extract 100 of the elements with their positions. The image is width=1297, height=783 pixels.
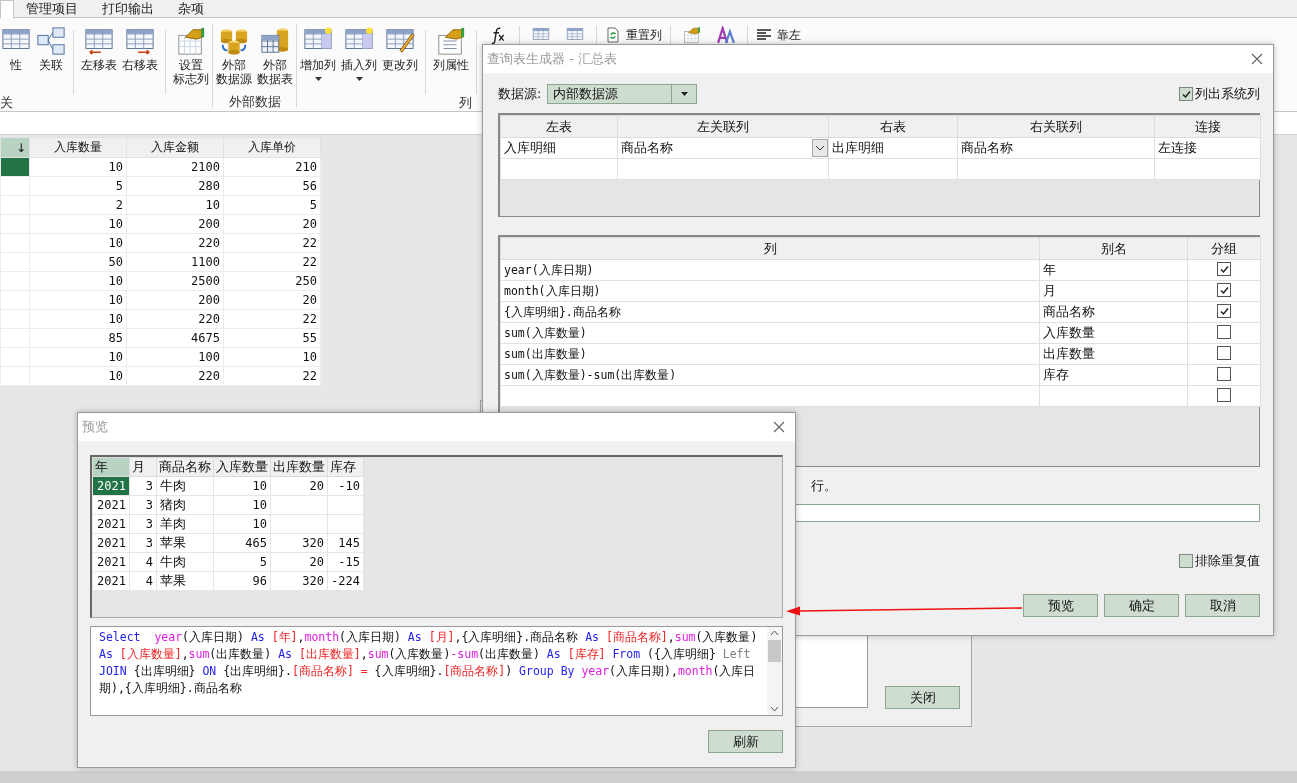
dropdown-caret-icon bbox=[355, 77, 363, 81]
column-header[interactable]: 商品名称 bbox=[156, 457, 214, 477]
close-icon[interactable] bbox=[773, 421, 785, 433]
ribbon-button[interactable]: 插入列 bbox=[340, 26, 378, 81]
ribbon-button[interactable]: 设置标志列 bbox=[172, 26, 210, 86]
table-cell: 145 bbox=[327, 533, 364, 553]
table-cell[interactable]: 2021 bbox=[92, 533, 130, 553]
column-dropdown[interactable]: 商品名称 bbox=[617, 137, 829, 159]
input-field[interactable] bbox=[795, 504, 1260, 522]
table-cell: 10 bbox=[29, 271, 127, 291]
table-cell: 苹果 bbox=[156, 533, 214, 553]
ribbon-button[interactable]: 性 bbox=[0, 26, 32, 72]
table-cell: 10 bbox=[29, 157, 127, 177]
column-header[interactable]: 入库数量 bbox=[213, 457, 271, 477]
scroll-down-icon[interactable] bbox=[770, 706, 779, 712]
scrollbar[interactable] bbox=[767, 627, 782, 715]
column-header[interactable]: 月 bbox=[129, 457, 157, 477]
table-cell[interactable]: 2021 bbox=[92, 495, 130, 515]
column-header[interactable]: ↓ bbox=[0, 137, 30, 158]
checkbox[interactable] bbox=[1217, 283, 1231, 298]
hand-icon bbox=[176, 26, 206, 56]
hand-list-icon bbox=[436, 26, 466, 56]
ribbon-button[interactable]: 左移表 bbox=[80, 26, 118, 72]
table-cell: 20 bbox=[223, 290, 321, 310]
checkbox-label: 列出系统列 bbox=[1195, 85, 1260, 103]
checkbox[interactable] bbox=[1217, 304, 1231, 319]
table-right-arrow-icon bbox=[125, 26, 155, 56]
ribbon-button[interactable]: 列属性 bbox=[432, 26, 470, 72]
refresh-button[interactable]: 刷新 bbox=[708, 730, 783, 753]
dropdown-caret-icon bbox=[680, 92, 688, 96]
table-cell: 200 bbox=[126, 214, 224, 234]
ribbon-button[interactable]: 关联 bbox=[35, 26, 67, 72]
table-cell[interactable]: year(入库日期) bbox=[500, 259, 1040, 281]
font-icon bbox=[717, 26, 735, 44]
ribbon-button[interactable]: 靠左 bbox=[754, 26, 803, 44]
table-cell[interactable]: 2021 bbox=[92, 514, 130, 534]
scroll-thumb[interactable] bbox=[768, 640, 781, 662]
dialog-button[interactable]: 确定 bbox=[1104, 594, 1179, 617]
ribbon-tab[interactable]: 管理项目 bbox=[14, 0, 90, 17]
column-header[interactable]: 出库数量 bbox=[270, 457, 328, 477]
table-cell: 200 bbox=[126, 290, 224, 310]
column-header[interactable]: 库存 bbox=[327, 457, 364, 477]
dialog-button[interactable]: 取消 bbox=[1185, 594, 1260, 617]
column-header[interactable]: 入库数量 bbox=[29, 137, 127, 158]
dialog-button[interactable]: 预览 bbox=[1023, 594, 1098, 617]
table-cell: 20 bbox=[223, 214, 321, 234]
table-cell: 10 bbox=[223, 347, 321, 367]
table-cell[interactable]: 入库明细 bbox=[500, 137, 618, 159]
table-cell[interactable]: month(入库日期) bbox=[500, 280, 1040, 302]
checkbox[interactable] bbox=[1217, 387, 1231, 402]
ribbon-tab[interactable]: 杂项 bbox=[166, 0, 216, 17]
ribbon-button[interactable]: 外部数据表 bbox=[256, 26, 294, 86]
checkbox[interactable] bbox=[1217, 324, 1231, 339]
table-cell: -15 bbox=[327, 552, 364, 572]
close-icon[interactable] bbox=[1251, 53, 1263, 65]
ribbon-button[interactable]: 外部数据源 bbox=[215, 26, 253, 86]
column-header[interactable]: 入库金额 bbox=[126, 137, 224, 158]
hint-text: 行。 bbox=[810, 477, 838, 495]
pencil-table-icon bbox=[385, 26, 415, 56]
table-cell: 5 bbox=[29, 176, 127, 196]
checkbox[interactable] bbox=[1179, 87, 1193, 101]
table-cell[interactable]: sum(出库数量) bbox=[500, 343, 1040, 365]
table-cell[interactable]: 2021 bbox=[92, 552, 130, 572]
ribbon-tab[interactable] bbox=[0, 0, 14, 18]
table-cell[interactable]: {入库明细}.商品名称 bbox=[500, 301, 1040, 323]
scroll-up-icon[interactable] bbox=[770, 630, 779, 636]
column-header[interactable]: 年 bbox=[92, 457, 130, 477]
close-button[interactable]: 关闭 bbox=[885, 686, 960, 709]
table-cell: 85 bbox=[29, 328, 127, 348]
table-cell: 4 bbox=[129, 571, 157, 591]
checkbox[interactable] bbox=[1179, 554, 1193, 568]
table-cell: 10 bbox=[126, 195, 224, 215]
ribbon-tab[interactable]: 打印输出 bbox=[90, 0, 166, 17]
table-cell[interactable]: 2021 bbox=[92, 571, 130, 591]
ribbon-button[interactable]: 重置列 bbox=[603, 26, 664, 44]
table-cell[interactable]: sum(入库数量) bbox=[500, 322, 1040, 344]
table-cell: 220 bbox=[126, 233, 224, 253]
database-icon bbox=[219, 26, 249, 56]
table-cell: 3 bbox=[129, 533, 157, 553]
row-selector-cell[interactable] bbox=[0, 176, 30, 196]
table-cell: 10 bbox=[29, 309, 127, 329]
checkbox[interactable] bbox=[1217, 366, 1231, 381]
sql-text-area[interactable]: Select year(入库日期) As [年],month(入库日期) As [月],{入库明细}.商品名称 As [商品名称],sum(入库数量) As [入库数量],sum(出库数量) As [出库数量],sum(入库数量)-sum(出库数量) As [库存] From ({入库明细} Left JOIN {出库明细} ON {出库明细}.[商品名称] = {入库明细}.[商品名称]) Group By year(入库日期),month(入库日期),{入库明细}.商品名称 bbox=[90, 626, 783, 716]
ribbon-button[interactable]: 右移表 bbox=[121, 26, 159, 72]
group-label: 关 bbox=[0, 95, 13, 110]
checkbox[interactable] bbox=[1217, 262, 1231, 277]
group-label: 列 bbox=[459, 95, 472, 110]
table-cell: 羊肉 bbox=[156, 514, 214, 534]
column-header: 左关联列 bbox=[617, 115, 829, 138]
group-label: 外部数据 bbox=[228, 94, 281, 109]
column-header[interactable]: 入库单价 bbox=[223, 137, 321, 158]
row-selector-cell[interactable] bbox=[0, 366, 30, 386]
data-source-dropdown[interactable]: 内部数据源 bbox=[547, 84, 698, 104]
ribbon-button[interactable]: 更改列 bbox=[381, 26, 419, 72]
checkbox[interactable] bbox=[1217, 345, 1231, 360]
table-cell: 5 bbox=[223, 195, 321, 215]
ribbon-button[interactable]: 增加列 bbox=[299, 26, 337, 81]
table-cell: 5 bbox=[213, 552, 271, 572]
table-cell[interactable]: sum(入库数量)-sum(出库数量) bbox=[500, 364, 1040, 386]
table-cell: 牛肉 bbox=[156, 476, 214, 496]
